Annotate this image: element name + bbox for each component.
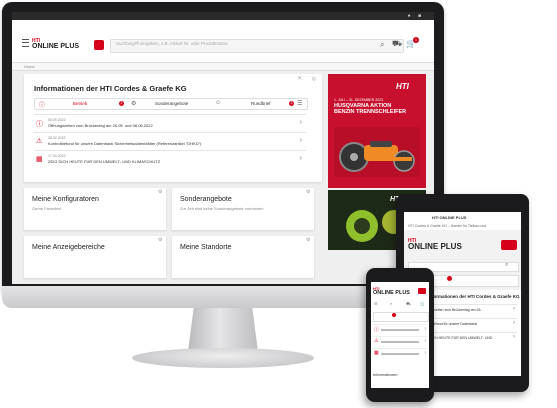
logo-online-plus-text: ONLINE PLUS (373, 290, 410, 296)
news-item[interactable]: ▦ 17.04.2022 ZEIG DICH HEUTE FÜR DEN UMW… (34, 150, 306, 168)
chevron-right-icon: › (299, 119, 302, 126)
tag-icon: ⚙ (131, 101, 137, 107)
breadcrumb-home[interactable]: Home (24, 64, 35, 69)
phone-tabs[interactable] (373, 312, 429, 322)
info-icon: ⓘ (39, 103, 46, 109)
list-item-text-placeholder (381, 341, 419, 343)
search-placeholder: Suchbegriff eingeben, z.B. Artikel-Nr. o… (116, 41, 228, 46)
tablet-subheader-text: HTI Cordes & Graefe KG – Handel für Tief… (408, 224, 487, 228)
tab-rundbrief[interactable]: Rundbrief (251, 101, 271, 106)
news-item[interactable]: ⓘ 06.05.2022 Öffnungszeiten zum Brückent… (34, 114, 306, 132)
search-icon[interactable]: ⌕ (505, 262, 508, 269)
news-text: Kontrollbefund für unsere Datenbank Sich… (48, 141, 202, 146)
list-item-text-placeholder (381, 353, 419, 355)
tablet-logo[interactable]: HTI ONLINE PLUS (408, 238, 462, 251)
chevron-right-icon: › (424, 350, 426, 356)
promo-date: 1. JULI – 31. DEZEMBER 2023 (334, 98, 384, 102)
calendar-icon: ▦ (36, 156, 43, 163)
tile-title: Meine Anzeigebereiche (32, 244, 105, 251)
news-text: Öffnungszeiten zum Brückentag am 26.05. … (48, 123, 153, 128)
chevron-right-icon: › (513, 306, 515, 312)
tab-betrieb[interactable]: Betrieb (73, 101, 87, 106)
chat-icon: ☺ (215, 100, 222, 106)
tile-subtitle: Gerne Favoriten (32, 206, 61, 211)
info-tabs: ⓘ Betrieb 2 ⚙ Sonderangebote ☺ Rundbrief… (34, 98, 308, 110)
truck-icon[interactable]: ⛟ (392, 39, 402, 49)
list-item[interactable]: ⓘ › (373, 324, 427, 334)
monitor-stand-neck (188, 308, 258, 352)
chevron-right-icon: › (424, 326, 426, 332)
system-topbar (12, 12, 434, 20)
brand-badge-icon (501, 240, 517, 250)
topbar-icons: ● ■ (407, 13, 424, 19)
news-date: 17.04.2022 (48, 154, 66, 158)
tile-title: Meine Konfiguratoren (32, 196, 99, 203)
tile-anzeigebereiche[interactable] (24, 236, 166, 278)
chevron-right-icon: › (513, 334, 515, 340)
info-icon: ⓘ (36, 121, 43, 128)
promo-title: HUSQVARNA AKTION BENZIN TRENNSCHLEIFER (334, 103, 406, 115)
tablet-card-title: Informationen der HTI Cordes & Graefe KG (428, 294, 520, 299)
search-icon[interactable]: ⌕ (390, 301, 392, 306)
chevron-right-icon: › (513, 320, 515, 326)
app-logo[interactable]: HTI ONLINE PLUS (32, 38, 79, 50)
desktop-screen: ● ■ HTI ONLINE PLUS Suchbegriff eingeben… (12, 12, 434, 284)
list-item[interactable]: ▦ › (373, 348, 427, 358)
phone-section-title: Informationen (373, 372, 398, 377)
brand-badge-icon (418, 288, 426, 294)
tab-rundbrief-badge: 3 (289, 100, 294, 106)
settings-icon[interactable]: ⚙ (158, 237, 162, 243)
phone-icon-bar: ☰ ⌕ ⛟ 🛒 (372, 300, 428, 308)
list-item-text-placeholder (381, 329, 419, 331)
logo-online-plus-text: ONLINE PLUS (32, 43, 80, 50)
logo-online-plus-text: ONLINE PLUS (408, 242, 462, 251)
settings-icon[interactable]: ⚙ (306, 237, 310, 243)
tab-badge (447, 276, 452, 281)
tile-title: Sonderangebote (180, 196, 232, 203)
chevron-right-icon: › (424, 338, 426, 344)
promo-title-line2: BENZIN TRENNSCHLEIFER (334, 109, 407, 115)
tab-betrieb-badge: 2 (119, 100, 124, 106)
promo-logo: HTI (396, 82, 409, 91)
tile-standorte[interactable] (172, 236, 314, 278)
tab-sonderangebote[interactable]: Sonderangebote (155, 101, 188, 106)
menu-icon[interactable]: ☰ (374, 301, 378, 306)
tab-badge (392, 313, 396, 317)
info-icon: ⓘ (374, 327, 380, 333)
card-tools[interactable]: ⇱ ◎ (298, 76, 320, 82)
truck-icon[interactable]: ⛟ (406, 301, 411, 307)
news-date: 06.05.2022 (48, 118, 66, 122)
alert-icon: ⚠ (374, 338, 379, 344)
phone-logo[interactable]: HTI ONLINE PLUS (373, 286, 410, 296)
list-item[interactable]: ⚠ › (373, 336, 427, 346)
tile-title: Meine Standorte (180, 244, 232, 251)
news-text: ZEIG DICH HEUTE FÜR DEN UMWELT- UND KLIM… (48, 159, 161, 164)
cart-icon[interactable]: 🛒 (420, 301, 425, 306)
list-icon[interactable]: ☰ (297, 100, 302, 107)
news-item[interactable]: ⚠ 28.02.2022 Kontrollbefund für unsere D… (34, 132, 306, 150)
breadcrumb: Home (12, 63, 434, 71)
tile-subtitle: Zur Zeit sind keine Sonderangebote vorha… (180, 206, 264, 211)
brand-badge-icon (94, 40, 104, 50)
settings-icon[interactable]: ⚙ (306, 189, 310, 195)
alert-icon: ⚠ (36, 138, 43, 145)
monitor-stand-base (132, 348, 314, 368)
info-card-title: Informationen der HTI Cordes & Graefe KG (34, 84, 187, 93)
chevron-right-icon: › (299, 155, 302, 162)
cart-count-badge: 1 (413, 37, 419, 43)
chevron-right-icon: › (299, 137, 302, 144)
menu-icon[interactable] (22, 39, 29, 47)
news-date: 28.02.2022 (48, 136, 66, 140)
settings-icon[interactable]: ⚙ (158, 189, 162, 195)
search-icon[interactable]: ⌕ (380, 40, 384, 50)
cut-off-saw-image (334, 127, 420, 177)
tablet-header-title: HTI ONLINE PLUS (432, 215, 467, 220)
calendar-icon: ▦ (374, 350, 379, 356)
